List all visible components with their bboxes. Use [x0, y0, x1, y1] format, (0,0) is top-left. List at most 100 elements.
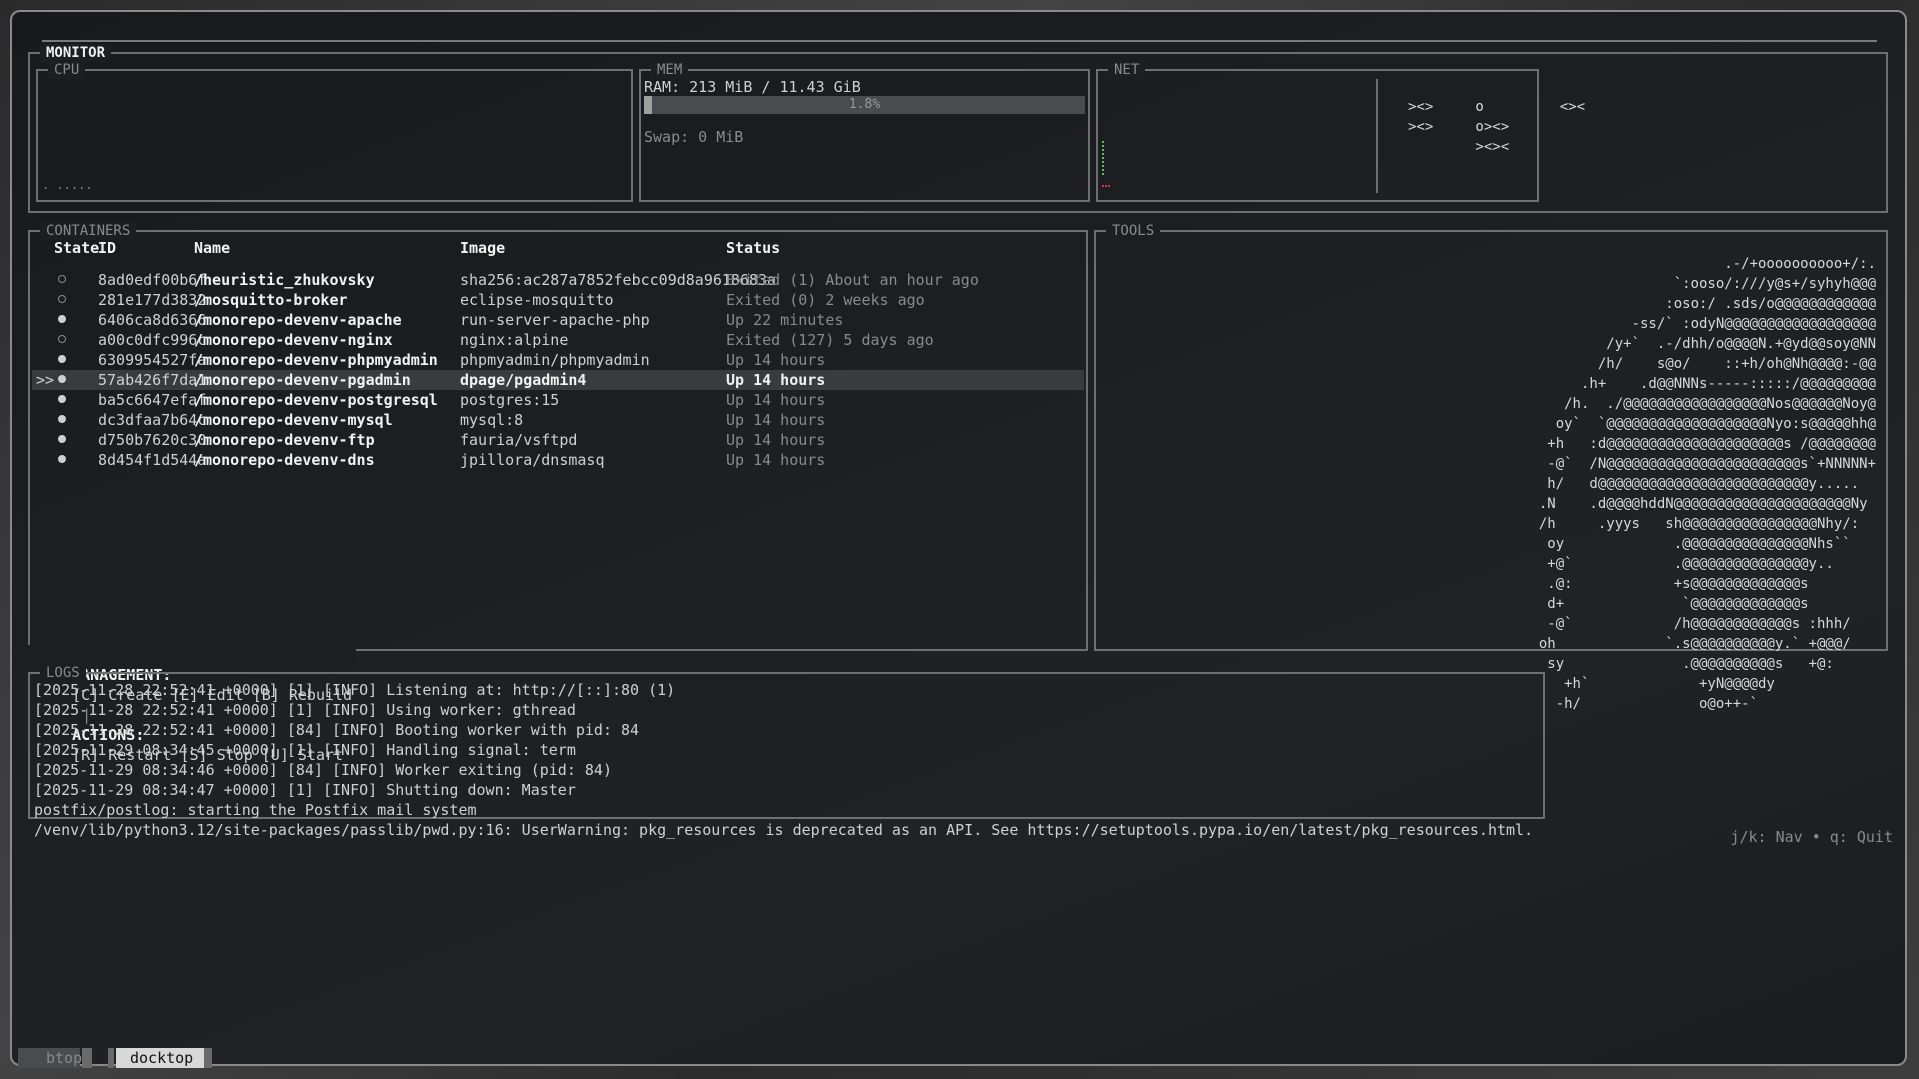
top-divider: [42, 40, 1877, 42]
container-status: Exited (127) 5 days ago: [726, 331, 934, 349]
container-status: Exited (0) 2 weeks ago: [726, 291, 925, 309]
logs-panel: LOGS [2025-11-28 22:52:41 +0000] [1] [IN…: [28, 664, 1545, 839]
container-name: /monorepo-devenv-mysql: [194, 411, 393, 429]
swap-usage: Swap: 0 MiB: [644, 128, 744, 146]
container-image: nginx:alpine: [460, 331, 569, 349]
container-id: 281e177d3832: [98, 291, 207, 309]
container-image: mysql:8: [460, 411, 524, 429]
log-line: [2025-11-28 22:52:41 +0000] [1] [INFO] L…: [34, 681, 676, 699]
container-status: Up 14 hours: [726, 451, 826, 469]
running-dot-icon: [58, 435, 66, 443]
col-name: Name: [194, 239, 231, 257]
container-name: /monorepo-devenv-postgresql: [194, 391, 438, 409]
container-row[interactable]: >> 57ab426f7da1/monorepo-devenv-pgadmin dp…: [32, 370, 1084, 390]
container-status: Up 22 minutes: [726, 311, 844, 329]
col-status: Status: [726, 239, 781, 257]
tab-bar: btop docktop: [8, 1048, 1913, 1076]
container-id: dc3dfaa7b64c: [98, 411, 207, 429]
containers-panel: CONTAINERS State ID Name Image Status 8a…: [28, 222, 1088, 651]
container-id: 8d454f1d544a: [98, 451, 207, 469]
tab-sep-3: [204, 1048, 212, 1068]
cpu-panel: CPU . .....: [36, 61, 633, 202]
container-name: /monorepo-devenv-dns: [194, 451, 375, 469]
net-graph-out: [1102, 185, 1110, 187]
container-row[interactable]: 281e177d3832/mosquitto-broker eclipse-mos…: [32, 290, 1084, 310]
container-name: /monorepo-devenv-phpmyadmin: [194, 351, 438, 369]
ram-usage: RAM: 213 MiB / 11.43 GiB: [644, 78, 861, 96]
log-line: [2025-11-28 22:52:41 +0000] [84] [INFO] …: [34, 721, 640, 739]
running-dot-icon: [58, 415, 66, 423]
log-line: /venv/lib/python3.12/site-packages/passl…: [34, 821, 1534, 839]
monitor-title: MONITOR: [40, 44, 112, 62]
container-image: postgres:15: [460, 391, 560, 409]
log-line: [2025-11-28 22:52:41 +0000] [1] [INFO] U…: [34, 701, 576, 719]
stopped-dot-icon: [58, 335, 66, 343]
container-id: ba5c6647efaf: [98, 391, 207, 409]
container-row[interactable]: 8d454f1d544a/monorepo-devenv-dns jpillora…: [32, 450, 1084, 470]
log-line: [2025-11-29 08:34:46 +0000] [84] [INFO] …: [34, 761, 612, 779]
tab-sep-2: [108, 1048, 114, 1068]
cpu-title: CPU: [48, 61, 86, 79]
running-dot-icon: [58, 355, 66, 363]
container-image: eclipse-mosquitto: [460, 291, 614, 309]
log-line: postfix/postlog: starting the Postfix ma…: [34, 801, 477, 819]
row-cursor: >>: [36, 371, 55, 389]
log-line: [2025-11-29 08:34:47 +0000] [1] [INFO] S…: [34, 781, 576, 799]
container-row[interactable]: 6309954527fa/monorepo-devenv-phpmyadmin p…: [32, 350, 1084, 370]
monitor-panel: MONITOR CPU . ..... MEM RAM: 213 MiB / 1…: [28, 44, 1888, 213]
container-id: 8ad0edf00b6f: [98, 271, 207, 289]
ram-bar: 1.8%: [644, 96, 1085, 114]
container-id: 6309954527fa: [98, 351, 207, 369]
ram-percent: 1.8%: [848, 97, 881, 112]
container-row[interactable]: 6406ca8d6366/monorepo-devenv-apache run-s…: [32, 310, 1084, 330]
containers-header: State ID Name Image Status: [30, 238, 1086, 258]
container-id: a00c0dfc996c: [98, 331, 207, 349]
container-status: Exited (1) About an hour ago: [726, 271, 979, 289]
running-dot-icon: [58, 455, 66, 463]
container-status: Up 14 hours: [726, 371, 826, 389]
tab-docktop[interactable]: docktop: [116, 1048, 208, 1068]
container-name: /monorepo-devenv-nginx: [194, 331, 393, 349]
help-hint: j/k: Nav • q: Quit: [1730, 828, 1893, 846]
container-name: /monorepo-devenv-apache: [194, 311, 402, 329]
container-status: Up 14 hours: [726, 351, 826, 369]
container-row[interactable]: ba5c6647efaf/monorepo-devenv-postgresql p…: [32, 390, 1084, 410]
container-image: phpmyadmin/phpmyadmin: [460, 351, 650, 369]
container-name: /heuristic_zhukovsky: [194, 271, 375, 289]
stopped-dot-icon: [58, 295, 66, 303]
container-id: d750b7620c30: [98, 431, 207, 449]
container-status: Up 14 hours: [726, 431, 826, 449]
container-row[interactable]: d750b7620c30/monorepo-devenv-ftp fauria/v…: [32, 430, 1084, 450]
mem-panel: MEM RAM: 213 MiB / 11.43 GiB 1.8% Swap: …: [639, 61, 1090, 202]
net-title: NET: [1108, 61, 1146, 79]
running-dot-icon: [58, 375, 66, 383]
whale-ascii-art: .-/+oooooooooo+/:. `:ooso/:///y@s+/syhyh…: [1538, 256, 1876, 712]
container-status: Up 14 hours: [726, 411, 826, 429]
container-name: /mosquitto-broker: [194, 291, 348, 309]
fish-animation: ><> o <>< ><> o><> ><><: [1408, 99, 1586, 155]
net-panel: NET ><> o <>< ><> o><> ><><: [1096, 61, 1585, 202]
container-status: Up 14 hours: [726, 391, 826, 409]
container-id: 6406ca8d6366: [98, 311, 207, 329]
net-divider: [1376, 79, 1378, 193]
cpu-sparkline: . .....: [42, 178, 93, 192]
container-name: /monorepo-devenv-ftp: [194, 431, 375, 449]
container-row[interactable]: a00c0dfc996c/monorepo-devenv-nginx nginx:…: [32, 330, 1084, 350]
stopped-dot-icon: [58, 275, 66, 283]
container-image: jpillora/dnsmasq: [460, 451, 605, 469]
container-image: dpage/pgadmin4: [460, 371, 587, 389]
container-row[interactable]: dc3dfaa7b64c/monorepo-devenv-mysql mysql:…: [32, 410, 1084, 430]
container-name: /monorepo-devenv-pgadmin: [194, 371, 411, 389]
terminal-window: MONITOR CPU . ..... MEM RAM: 213 MiB / 1…: [10, 10, 1907, 1066]
container-image: fauria/vsftpd: [460, 431, 578, 449]
tools-title: TOOLS: [1106, 222, 1161, 240]
running-dot-icon: [58, 395, 66, 403]
container-row[interactable]: 8ad0edf00b6f/heuristic_zhukovsky sha256:a…: [32, 270, 1084, 290]
action-bar: MANAGEMENT: [C] Create [E] Edit [B] Rebu…: [28, 645, 357, 764]
log-line: [2025-11-29 08:34:45 +0000] [1] [INFO] H…: [34, 741, 576, 759]
container-id: 57ab426f7da1: [98, 371, 207, 389]
col-id: ID: [98, 239, 117, 257]
col-image: Image: [460, 239, 506, 257]
container-image: run-server-apache-php: [460, 311, 650, 329]
col-state: State: [54, 239, 100, 257]
